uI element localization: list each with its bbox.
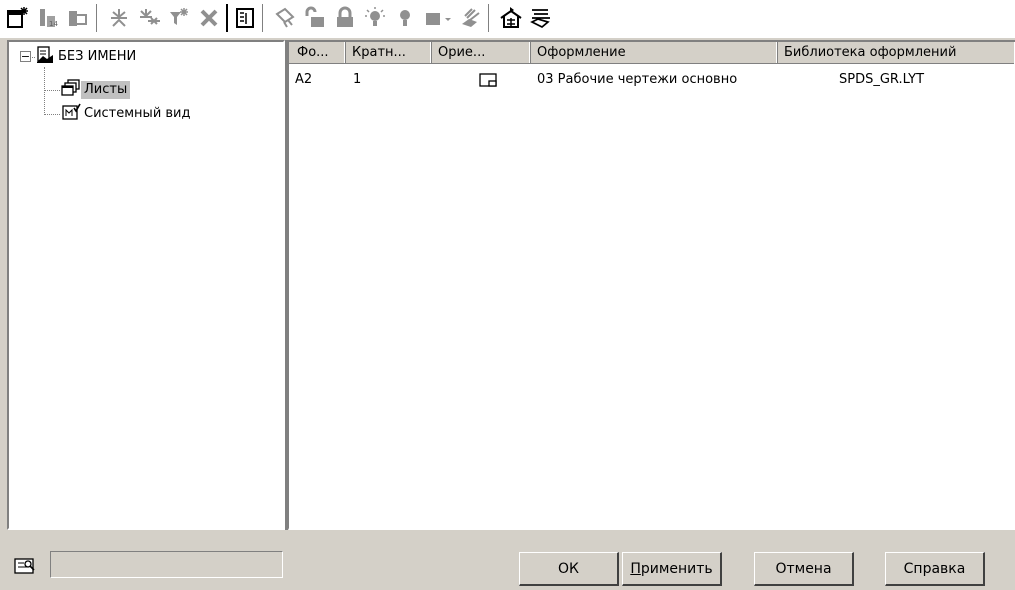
cell-library: SPDS_GR.LYT: [839, 72, 925, 87]
tree-panel: − БЕЗ ИМЕНИ Листы Системный вид: [7, 40, 285, 530]
layer-list-icon[interactable]: [526, 3, 556, 33]
filter-icon: [164, 3, 194, 33]
toolbar-separator: [488, 4, 490, 32]
svg-text:14: 14: [49, 20, 58, 28]
toolbar: 14: [0, 0, 1015, 38]
search-icon[interactable]: [14, 556, 36, 580]
lock-icon: [330, 3, 360, 33]
toolbar-separator: [96, 4, 98, 32]
cell-format: A2: [295, 72, 313, 87]
column-header-design[interactable]: Оформление: [531, 42, 778, 63]
tree-item-label: Системный вид: [84, 106, 191, 121]
landscape-icon: [479, 73, 497, 93]
toolbar-separator: [226, 4, 228, 32]
apply-button[interactable]: Применить: [622, 552, 722, 586]
column-header-orientation[interactable]: Орие...: [432, 42, 531, 63]
drawing-set-icon: [35, 45, 55, 69]
apply-button-mnemonic: П: [630, 560, 641, 577]
light-off-icon: [390, 3, 420, 33]
tree-connector: [44, 90, 60, 91]
sheet-properties-icon: 14: [32, 3, 62, 33]
toolbar-separator: [262, 4, 264, 32]
list-header: Фо... Кратн... Орие... Оформление Библио…: [289, 42, 1014, 64]
dialog: − БЕЗ ИМЕНИ Листы Системный вид Фо... Кр…: [0, 38, 1015, 590]
light-on-icon: [360, 3, 390, 33]
bottom-bar: ОК Применить Отмена Справка: [0, 542, 1015, 590]
cancel-button[interactable]: Отмена: [754, 552, 854, 586]
column-header-library[interactable]: Библиотека оформлений: [778, 42, 1014, 63]
sheets-icon: [61, 78, 81, 102]
apply-button-label: рименить: [640, 560, 713, 577]
delete-icon: [194, 3, 224, 33]
unlock-icon: [300, 3, 330, 33]
table-row[interactable]: A2 1 03 Рабочие чертежи основно SPDS_GR.…: [289, 70, 1014, 90]
tree-expander[interactable]: −: [20, 51, 31, 62]
cell-scale: 1: [353, 72, 362, 87]
cell-design: 03 Рабочие чертежи основно: [537, 72, 738, 87]
new-sheet-icon[interactable]: [2, 3, 32, 33]
multi-star-icon: [134, 3, 164, 33]
column-header-format[interactable]: Фо...: [289, 42, 346, 63]
tree-item-label: БЕЗ ИМЕНИ: [58, 49, 137, 64]
tree-item-system-view[interactable]: Системный вид: [61, 102, 194, 126]
brush-icon: [270, 3, 300, 33]
dropdown-arrow-icon: [440, 3, 456, 33]
layer-move-icon[interactable]: [496, 3, 526, 33]
system-view-icon: [61, 102, 81, 126]
layer-style-icon: [456, 3, 486, 33]
status-field: [50, 551, 283, 578]
column-header-scale[interactable]: Кратн...: [346, 42, 432, 63]
tree-item-root[interactable]: БЕЗ ИМЕНИ: [35, 45, 139, 69]
ok-button[interactable]: ОК: [519, 552, 619, 586]
sheets-list: Фо... Кратн... Орие... Оформление Библио…: [288, 40, 1015, 530]
sheet-view-icon: [62, 3, 92, 33]
help-button[interactable]: Справка: [885, 552, 985, 586]
tree-item-label: Листы: [81, 81, 131, 99]
tree-item-sheets[interactable]: Листы: [61, 78, 131, 102]
table-view-icon[interactable]: [230, 3, 260, 33]
tree-connector: [44, 67, 45, 115]
star-icon: [104, 3, 134, 33]
tree-connector: [44, 114, 60, 115]
